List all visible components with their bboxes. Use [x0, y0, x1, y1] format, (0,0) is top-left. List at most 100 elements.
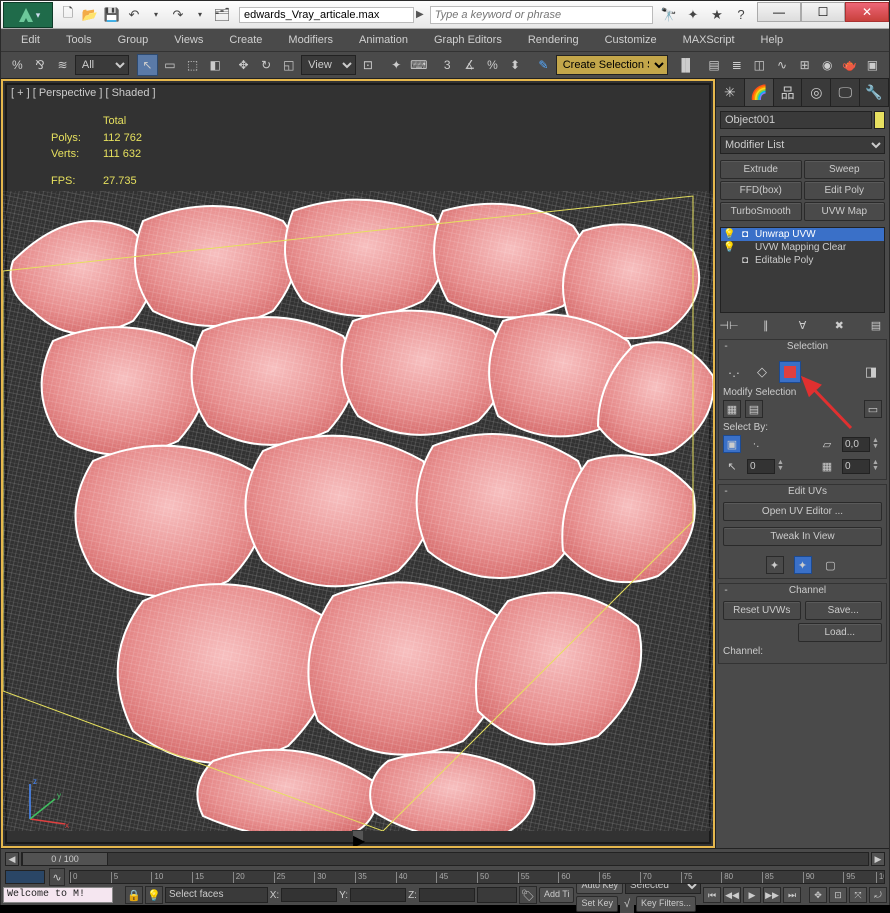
- mesh-object[interactable]: [1, 191, 713, 831]
- unlink-icon[interactable]: ⅋: [30, 54, 51, 76]
- ring-icon[interactable]: ▭: [864, 400, 882, 418]
- prev-key-icon[interactable]: ◀◀: [723, 887, 741, 903]
- viewport-pan-handle[interactable]: ▶: [352, 830, 364, 842]
- curve-editor-icon[interactable]: ∿: [772, 54, 793, 76]
- vertex-subobj-icon[interactable]: ·.·: [723, 361, 745, 383]
- close-button[interactable]: ✕: [845, 2, 889, 22]
- isolate-icon[interactable]: 💡: [145, 886, 163, 904]
- render-frame-icon[interactable]: ▣: [862, 54, 883, 76]
- schematic-icon[interactable]: ⊞: [794, 54, 815, 76]
- refcoord-dropdown[interactable]: View: [301, 55, 355, 75]
- select-object-icon[interactable]: ↖: [137, 54, 158, 76]
- lock-selection-icon[interactable]: 🔒: [125, 886, 143, 904]
- rotate-icon[interactable]: ↻: [256, 54, 277, 76]
- undo-icon[interactable]: ↶: [123, 4, 145, 26]
- menu-modifiers[interactable]: Modifiers: [276, 31, 345, 49]
- open-uv-editor-button[interactable]: Open UV Editor ...: [723, 502, 882, 521]
- key-icon[interactable]: √: [620, 895, 634, 913]
- selection-filter[interactable]: All: [75, 55, 129, 75]
- planar-icon[interactable]: ▱: [818, 435, 836, 453]
- save-uvws-button[interactable]: Save...: [805, 601, 883, 620]
- goto-start-icon[interactable]: ⏮: [703, 887, 721, 903]
- addtime-tag-icon[interactable]: 🏷: [519, 886, 537, 904]
- hierarchy-tab[interactable]: 品: [774, 79, 803, 106]
- element-subobj-icon[interactable]: ◨: [860, 361, 882, 383]
- redo-drop-icon[interactable]: ▾: [189, 4, 211, 26]
- link-icon[interactable]: %: [7, 54, 28, 76]
- prev-frame-icon[interactable]: ◀: [5, 852, 19, 866]
- modbtn-sweep[interactable]: Sweep: [804, 160, 886, 179]
- load-uvws-button[interactable]: Load...: [798, 623, 883, 642]
- modify-tab[interactable]: 🌈: [745, 79, 774, 106]
- modbtn-turbosmooth[interactable]: TurboSmooth: [720, 202, 802, 221]
- play-icon[interactable]: ▶: [743, 887, 761, 903]
- render-setup-icon[interactable]: 🫖: [840, 54, 861, 76]
- redo-icon[interactable]: ↷: [167, 4, 189, 26]
- window-crossing-icon[interactable]: ◧: [205, 54, 226, 76]
- shrink-icon[interactable]: ▤: [745, 400, 763, 418]
- spin-input-1[interactable]: [747, 459, 775, 474]
- reset-uvws-button[interactable]: Reset UVWs: [723, 601, 801, 620]
- y-coord-input[interactable]: [350, 888, 406, 902]
- app-menu-button[interactable]: ▾: [3, 2, 53, 28]
- viewport[interactable]: [ + ] [ Perspective ] [ Shaded ] Total P…: [1, 79, 715, 848]
- x-coord-input[interactable]: [281, 888, 337, 902]
- display-tab[interactable]: 🖵: [831, 79, 860, 106]
- axis-gizmo[interactable]: z x y: [15, 774, 75, 834]
- menu-group[interactable]: Group: [106, 31, 161, 49]
- signin-icon[interactable]: ✦: [683, 7, 703, 23]
- new-icon[interactable]: 🗋: [57, 4, 79, 26]
- stack-uvw-clear[interactable]: 💡 UVW Mapping Clear: [721, 241, 884, 254]
- rollout-header-channel[interactable]: -Channel: [719, 584, 886, 597]
- time-slider-track[interactable]: 0 / 100: [21, 852, 869, 866]
- modifier-list-dropdown[interactable]: Modifier List: [720, 136, 885, 154]
- bulb-icon[interactable]: 💡: [723, 242, 735, 253]
- favorite-icon[interactable]: ★: [707, 7, 727, 23]
- next-key-icon[interactable]: ▶▶: [763, 887, 781, 903]
- menu-grapheditors[interactable]: Graph Editors: [422, 31, 514, 49]
- menu-maxscript[interactable]: MAXScript: [671, 31, 747, 49]
- menu-create[interactable]: Create: [217, 31, 274, 49]
- object-name-input[interactable]: [720, 111, 872, 129]
- setkey-button[interactable]: Set Key: [576, 896, 618, 912]
- unique-icon[interactable]: ∀: [794, 317, 812, 333]
- spin-input-2[interactable]: [842, 459, 870, 474]
- quickbox-icon[interactable]: ▢: [822, 556, 840, 574]
- create-tab[interactable]: ✳: [716, 79, 745, 106]
- sel-tool3[interactable]: ↖: [723, 457, 741, 475]
- configure-icon[interactable]: ▤: [867, 317, 885, 333]
- tweak-in-view-button[interactable]: Tweak In View: [723, 527, 882, 546]
- next-frame-icon[interactable]: ▶: [871, 852, 885, 866]
- select-by-tool2[interactable]: ·.: [747, 435, 765, 453]
- percent-snap-icon[interactable]: %: [482, 54, 503, 76]
- spinner-snap-icon[interactable]: ⬍: [505, 54, 526, 76]
- utilities-tab[interactable]: 🔧: [860, 79, 889, 106]
- angle-snap-icon[interactable]: ∡: [460, 54, 481, 76]
- motion-tab[interactable]: ◎: [802, 79, 831, 106]
- viewnav-1-icon[interactable]: ✥: [809, 887, 827, 903]
- add-time-button[interactable]: Add Ti: [539, 887, 575, 903]
- remove-mod-icon[interactable]: ✖: [830, 317, 848, 333]
- rollout-header-edituvs[interactable]: -Edit UVs: [719, 485, 886, 498]
- expand-icon[interactable]: ◘: [739, 255, 751, 266]
- keyfilters-button[interactable]: Key Filters...: [636, 896, 696, 912]
- viewnav-2-icon[interactable]: ⊡: [829, 887, 847, 903]
- viewport-label[interactable]: [ + ] [ Perspective ] [ Shaded ]: [11, 87, 156, 99]
- snap-icon[interactable]: 3: [437, 54, 458, 76]
- maxscript-listener[interactable]: Welcome to M!: [3, 887, 113, 903]
- title-caret-icon[interactable]: ▶: [416, 9, 424, 20]
- menu-edit[interactable]: Edit: [9, 31, 52, 49]
- stack-unwrap-uvw[interactable]: 💡 ◘ Unwrap UVW: [721, 228, 884, 241]
- align-icon[interactable]: ▤: [704, 54, 725, 76]
- edge-subobj-icon[interactable]: ◇: [751, 361, 773, 383]
- bulb-icon[interactable]: 💡: [723, 229, 735, 240]
- trackbar-toggle[interactable]: [5, 870, 45, 884]
- stack-editable-poly[interactable]: ◘ Editable Poly: [721, 254, 884, 267]
- scale-icon[interactable]: ◱: [279, 54, 300, 76]
- mini-curve-icon[interactable]: ∿: [49, 868, 65, 886]
- project-icon[interactable]: 🗂: [211, 4, 233, 26]
- move-icon[interactable]: ✥: [233, 54, 254, 76]
- mirror-icon[interactable]: ▐▌: [675, 54, 696, 76]
- help-search-input[interactable]: [430, 6, 653, 24]
- select-by-tool1[interactable]: ▣: [723, 435, 741, 453]
